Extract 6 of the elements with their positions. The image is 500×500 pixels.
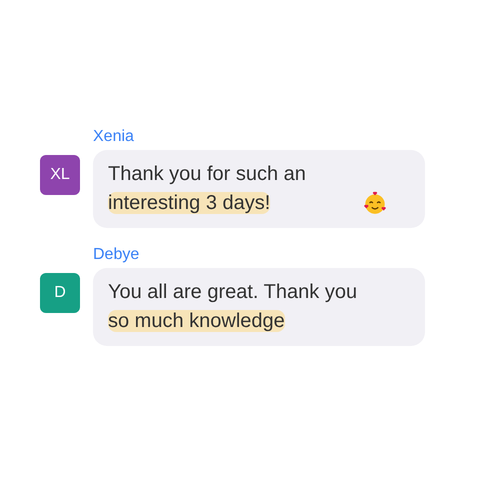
message-text: Thank you for such an interesting 3 days! [108,162,307,216]
avatar: D [40,273,80,313]
message-text: You all are great. Thank you so much knowledge [108,280,358,334]
sender-name: Xenia [93,128,134,146]
sender-name: Debye [93,246,140,264]
avatar: XL [40,155,80,195]
